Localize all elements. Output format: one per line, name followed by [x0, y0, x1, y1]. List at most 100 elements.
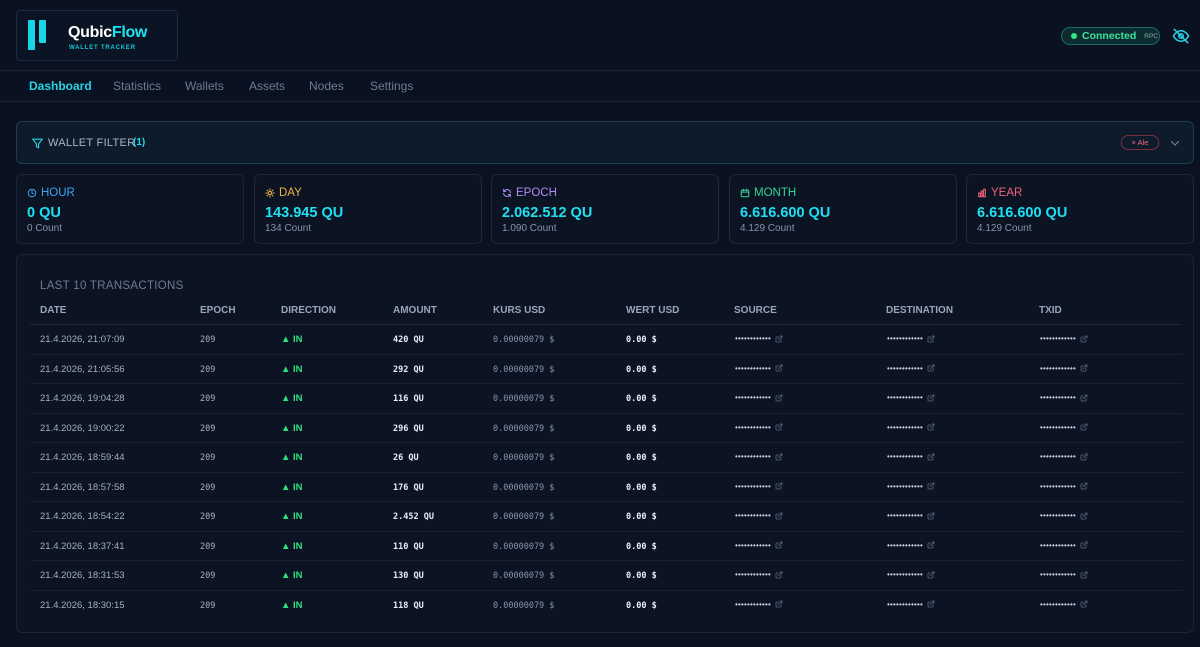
external-link-icon[interactable]: [1080, 541, 1088, 549]
table-row[interactable]: 21.4.2026, 18:59:44 209 ▲ IN 26 QU 0.0000007…: [30, 443, 1182, 473]
external-link-icon[interactable]: [775, 423, 783, 431]
external-link-icon[interactable]: [1080, 335, 1088, 343]
tx-kurs-usd: 0.00000079 $: [493, 423, 555, 434]
external-link-icon[interactable]: [927, 423, 935, 431]
external-link-icon[interactable]: [1080, 394, 1088, 402]
external-link-icon[interactable]: [927, 453, 935, 461]
connection-status-badge[interactable]: Connected RPC: [1061, 27, 1160, 45]
tx-destination-link[interactable]: ••••••••••••: [887, 482, 935, 491]
tx-destination-link[interactable]: ••••••••••••: [887, 452, 935, 461]
tx-amount: 176 QU: [393, 482, 424, 493]
tx-source-link[interactable]: ••••••••••••: [735, 511, 783, 520]
chevron-down-icon[interactable]: [1169, 137, 1181, 149]
tx-destination-link[interactable]: ••••••••••••: [887, 570, 935, 579]
tx-destination-link[interactable]: ••••••••••••: [887, 334, 935, 343]
external-link-icon[interactable]: [1080, 600, 1088, 608]
external-link-icon[interactable]: [775, 600, 783, 608]
tx-id-link[interactable]: ••••••••••••: [1040, 511, 1088, 520]
table-row[interactable]: 21.4.2026, 18:37:41 209 ▲ IN 110 QU 0.000000…: [30, 532, 1182, 561]
brand-logo[interactable]: QubicFlow WALLET TRACKER: [16, 10, 178, 61]
table-row[interactable]: 21.4.2026, 21:07:09 209 ▲ IN 420 QU 0.000000…: [30, 325, 1182, 355]
tab-nodes[interactable]: Nodes: [309, 79, 344, 93]
external-link-icon[interactable]: [775, 541, 783, 549]
tx-date: 21.4.2026, 18:37:41: [40, 540, 125, 552]
tx-id-link[interactable]: ••••••••••••: [1040, 570, 1088, 579]
masked-address: ••••••••••••: [735, 422, 772, 432]
external-link-icon[interactable]: [927, 482, 935, 490]
tx-source-link[interactable]: ••••••••••••: [735, 423, 783, 432]
external-link-icon[interactable]: [1080, 364, 1088, 372]
external-link-icon[interactable]: [927, 335, 935, 343]
tx-date: 21.4.2026, 18:30:15: [40, 599, 125, 611]
external-link-icon[interactable]: [1080, 453, 1088, 461]
external-link-icon[interactable]: [927, 541, 935, 549]
external-link-icon[interactable]: [1080, 423, 1088, 431]
tx-destination-link[interactable]: ••••••••••••: [887, 511, 935, 520]
tab-settings[interactable]: Settings: [370, 79, 413, 93]
external-link-icon[interactable]: [1080, 512, 1088, 520]
tx-kurs-usd: 0.00000079 $: [493, 541, 555, 552]
tx-source-link[interactable]: ••••••••••••: [735, 334, 783, 343]
external-link-icon[interactable]: [927, 600, 935, 608]
main-nav: Dashboard Statistics Wallets Assets Node…: [0, 71, 1200, 102]
tx-amount: 420 QU: [393, 335, 424, 345]
tx-id-link[interactable]: ••••••••••••: [1040, 423, 1088, 432]
table-row[interactable]: 21.4.2026, 18:57:58 209 ▲ IN 176 QU 0.000000…: [30, 473, 1182, 502]
table-row[interactable]: 21.4.2026, 19:04:28 209 ▲ IN 116 QU 0.000000…: [30, 384, 1182, 414]
masked-address: ••••••••••••: [887, 540, 924, 550]
external-link-icon[interactable]: [775, 571, 783, 579]
wallet-filter-bar[interactable]: WALLET FILTER (1) × Ale: [16, 121, 1194, 164]
external-link-icon[interactable]: [927, 571, 935, 579]
table-row[interactable]: 21.4.2026, 18:31:53 209 ▲ IN 130 QU 0.000000…: [30, 561, 1182, 591]
tx-id-link[interactable]: ••••••••••••: [1040, 541, 1088, 550]
masked-address: ••••••••••••: [1040, 481, 1077, 491]
external-link-icon[interactable]: [927, 512, 935, 520]
table-row[interactable]: 21.4.2026, 18:54:22 209 ▲ IN 2.452 QU 0.0000…: [30, 502, 1182, 532]
hide-values-button[interactable]: [1172, 27, 1190, 45]
column-header-destination: DESTINATION: [886, 305, 954, 316]
external-link-icon[interactable]: [775, 453, 783, 461]
tx-destination-link[interactable]: ••••••••••••: [887, 423, 935, 432]
tx-wert-usd: 0.00 $: [626, 571, 657, 581]
external-link-icon[interactable]: [775, 364, 783, 372]
tx-source-link[interactable]: ••••••••••••: [735, 541, 783, 550]
tx-id-link[interactable]: ••••••••••••: [1040, 393, 1088, 402]
tx-id-link[interactable]: ••••••••••••: [1040, 364, 1088, 373]
tab-wallets[interactable]: Wallets: [185, 79, 224, 93]
tx-id-link[interactable]: ••••••••••••: [1040, 452, 1088, 461]
external-link-icon[interactable]: [775, 335, 783, 343]
external-link-icon[interactable]: [927, 394, 935, 402]
external-link-icon[interactable]: [775, 512, 783, 520]
external-link-icon[interactable]: [927, 364, 935, 372]
external-link-icon[interactable]: [775, 482, 783, 490]
transactions-panel: LAST 10 TRANSACTIONS DATE EPOCH DIRECTIO…: [16, 254, 1194, 633]
tx-destination-link[interactable]: ••••••••••••: [887, 393, 935, 402]
external-link-icon[interactable]: [1080, 482, 1088, 490]
stat-label: DAY: [279, 187, 302, 199]
tab-statistics[interactable]: Statistics: [113, 79, 161, 93]
table-row[interactable]: 21.4.2026, 21:05:56 209 ▲ IN 292 QU 0.000000…: [30, 355, 1182, 384]
tab-assets[interactable]: Assets: [249, 79, 285, 93]
tx-id-link[interactable]: ••••••••••••: [1040, 600, 1088, 609]
tx-source-link[interactable]: ••••••••••••: [735, 482, 783, 491]
external-link-icon[interactable]: [1080, 571, 1088, 579]
tx-source-link[interactable]: ••••••••••••: [735, 452, 783, 461]
tx-source-link[interactable]: ••••••••••••: [735, 393, 783, 402]
tx-id-link[interactable]: ••••••••••••: [1040, 482, 1088, 491]
tx-direction: ▲ IN: [281, 334, 303, 345]
wallet-filter-tag[interactable]: × Ale: [1121, 135, 1159, 150]
table-row[interactable]: 21.4.2026, 18:30:15 209 ▲ IN 118 QU 0.000000…: [30, 591, 1182, 621]
tx-source-link[interactable]: ••••••••••••: [735, 364, 783, 373]
tx-id-link[interactable]: ••••••••••••: [1040, 334, 1088, 343]
tx-destination-link[interactable]: ••••••••••••: [887, 541, 935, 550]
column-header-amount: AMOUNT: [393, 305, 437, 316]
tx-destination-link[interactable]: ••••••••••••: [887, 364, 935, 373]
tx-source-link[interactable]: ••••••••••••: [735, 600, 783, 609]
external-link-icon[interactable]: [775, 394, 783, 402]
tx-date: 21.4.2026, 21:05:56: [40, 363, 125, 375]
table-row[interactable]: 21.4.2026, 19:00:22 209 ▲ IN 296 QU 0.000000…: [30, 414, 1182, 443]
tx-source-link[interactable]: ••••••••••••: [735, 570, 783, 579]
tx-wert-usd: 0.00 $: [626, 512, 657, 522]
tab-dashboard[interactable]: Dashboard: [29, 79, 92, 93]
tx-destination-link[interactable]: ••••••••••••: [887, 600, 935, 609]
